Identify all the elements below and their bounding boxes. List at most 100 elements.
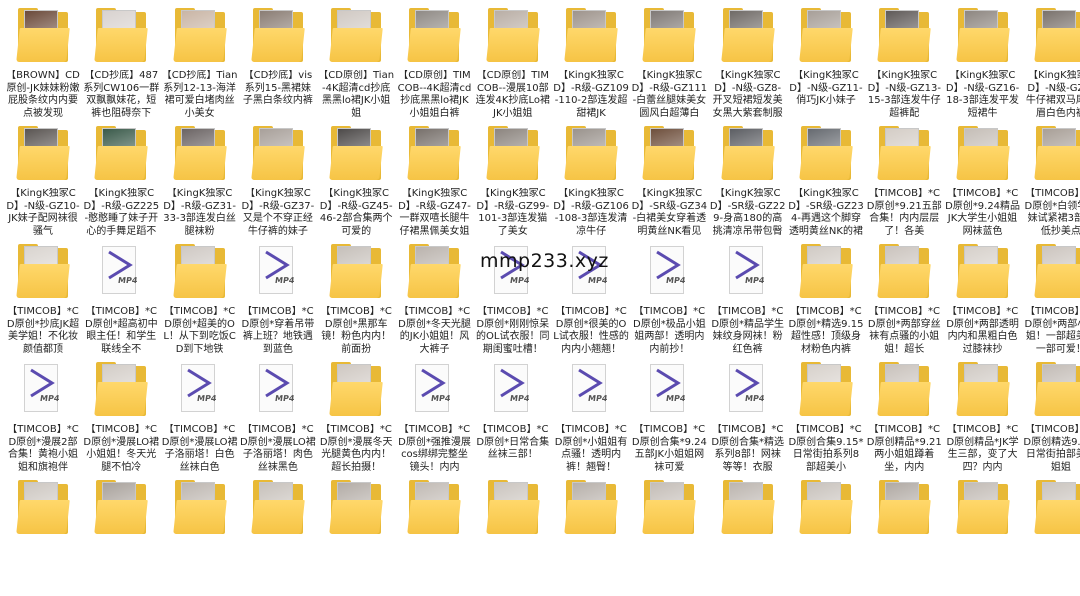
folder-item[interactable]	[865, 478, 943, 596]
folder-item[interactable]: 【KingK独家CD】-SR级-GZ34-白裙美女穿着透明黄丝NK看见	[630, 124, 708, 242]
item-label: 【TIMCOB】*CD原创*冬天光腿的JK小姐姐！风大裤子	[398, 306, 471, 355]
folder-item[interactable]: 【TIMCOB】*CD原创*两部小姐姐！一部超美！一部可爱！	[1022, 242, 1080, 360]
folder-item[interactable]: 【KingK独家CD】-SR级-GZ229-身高180的高挑清凉吊带包臀	[709, 124, 787, 242]
folder-item[interactable]: 【CD原创】Tian-4K超清cd抄底黑黑lo裙JK小姐姐	[317, 6, 395, 124]
folder-item[interactable]: 【KingK独家CD】-N级-GZ11-俏巧JK小妹子	[787, 6, 865, 124]
folder-item[interactable]: 【KingK独家CD】-R级-GZ47-一群双嘻长腿牛仔裙黑佩美女姐	[395, 124, 473, 242]
mp4-file-item[interactable]: MP4 【TIMCOB】*CD原创*超高初中眼主任！和学生联线全不	[82, 242, 160, 360]
folder-item[interactable]: 【TIMCOB】*CD原创*两部透明内内和黑粗白色过膝袜抄	[944, 242, 1022, 360]
folder-item[interactable]	[82, 478, 160, 596]
folder-item[interactable]	[787, 478, 865, 596]
mp4-badge: MP4	[39, 394, 61, 403]
folder-item[interactable]: 【BROWN】CD原创-JK妹妹粉嫩屁股条纹内内要点被发现	[4, 6, 82, 124]
folder-item[interactable]	[4, 478, 82, 596]
mp4-badge: MP4	[430, 394, 452, 403]
folder-icon	[797, 478, 855, 540]
mp4-badge: MP4	[744, 394, 765, 403]
mp4-badge: MP4	[509, 394, 530, 403]
item-label: 【KingK独家CD】-R级-GZ99-101-3部连发猫了美女	[476, 188, 550, 237]
folder-item[interactable]: 【CD原创】TIMCOB--漫展10部连发4K抄底Lo裙JK小姐姐	[474, 6, 552, 124]
mp4-file-item[interactable]: MP4 【TIMCOB】*CD原创*漫展LO裙子洛丽塔！肉色丝袜黑色	[239, 360, 317, 478]
folder-item[interactable]	[317, 478, 395, 596]
folder-item[interactable]	[630, 478, 708, 596]
mp4-file-item[interactable]: MP4 【TIMCOB】*CD原创*极品小姐姐两部！透明内内前抄！	[630, 242, 708, 360]
folder-item[interactable]: 【TIMCOB】*CD原创精品*JK学生三部，变了大四？内内	[944, 360, 1022, 478]
folder-item[interactable]: 【KingK独家CD】-N级-GZ8-开叉短裙短发美女黑大紫套制服	[709, 6, 787, 124]
folder-item[interactable]: 【KingK独家CD】-N级-GZ16-18-3部连发平发短裙牛	[944, 6, 1022, 124]
folder-item[interactable]	[552, 478, 630, 596]
folder-item[interactable]: 【KingK独家CD】-R级-GZ45-46-2部合集两个可爱的	[317, 124, 395, 242]
folder-item[interactable]: 【KingK独家CD】-R级-GZ109-110-2部连发超甜裙JK	[552, 6, 630, 124]
mp4-file-item[interactable]: MP4 【TIMCOB】*CD原创*漫展2部合集！黄袍小姐姐和旗袍伴	[4, 360, 82, 478]
item-label: 【TIMCOB】*CD原创*很美的OL试衣服！性感的内内小翘翘！	[553, 306, 629, 355]
folder-item[interactable]	[474, 478, 552, 596]
mp4-file-item[interactable]: MP4 【TIMCOB】*CD原创*小姐姐有点骚！透明内裤！翘臀！	[552, 360, 630, 478]
item-label: 【TIMCOB】*CD原创*白领学生妹试紧裙3部！低抄美点	[1024, 188, 1080, 237]
item-label: 【TIMCOB】*CD原创精选9.15*日常街拍部美小姐姐	[1023, 424, 1080, 473]
folder-item[interactable]: 【KingK独家CD】-R级-GZ37-又是个不穿正经牛仔裤的妹子	[239, 124, 317, 242]
folder-icon	[954, 478, 1012, 540]
item-label: 【TIMCOB】*CD原创*精品学生妹纹身网袜！粉红色裤	[711, 306, 785, 355]
mp4-file-icon: MP4	[92, 242, 150, 304]
mp4-file-item[interactable]: MP4 【TIMCOB】*CD原创合集*精选系列8部！网袜等等！衣服	[709, 360, 787, 478]
folder-item[interactable]: 【TIMCOB】*CD原创*超美的OL！从下到吃饭CD到下地铁	[161, 242, 239, 360]
folder-item[interactable]: 【KingK独家CD】-SR级-GZ234-再遇这个脚穿透明黄丝NK的裙	[787, 124, 865, 242]
folder-icon	[954, 360, 1012, 422]
folder-item[interactable]: 【TIMCOB】*CD原创*精选9.15超性感！顶级身材粉色内裤	[787, 242, 865, 360]
mp4-file-icon: MP4	[484, 360, 542, 422]
folder-item[interactable]: 【KingK独家CD】-N级-GZ13-15-3部连发牛仔超裤配	[865, 6, 943, 124]
folder-item[interactable]: 【KingK独家CD】-N级-GZ10-JK妹子配网袜很骚气	[4, 124, 82, 242]
mp4-file-item[interactable]: MP4 【TIMCOB】*CD原创*精品学生妹纹身网袜！粉红色裤	[709, 242, 787, 360]
folder-item[interactable]	[944, 478, 1022, 596]
folder-item[interactable]: 【TIMCOB】*CD原创*抄底JK超美学姐！不化妆颜值都顶	[4, 242, 82, 360]
folder-item[interactable]: 【TIMCOB】*CD原创*黑那车镜！粉色内内！前面扮	[317, 242, 395, 360]
item-label: 【TIMCOB】*CD原创*精选9.15超性感！顶级身材粉色内裤	[788, 306, 864, 355]
folder-item[interactable]	[709, 478, 787, 596]
item-label: 【TIMCOB】*CD原创*漫展LO裙子洛丽塔！白色丝袜白色	[161, 424, 238, 473]
folder-item[interactable]: 【KingK独家CD】-N级-GZ2-牛仔裙双马尾美眉白色内裤	[1022, 6, 1080, 124]
folder-item[interactable]: 【CD抄底】487系列CW106一群双飘飘妹花，短裤也阻碍奈下	[82, 6, 160, 124]
folder-item[interactable]: 【CD抄底】Tian系列12-13-海洋裙可爱白堵肉丝小美女	[161, 6, 239, 124]
folder-item[interactable]: 【CD原创】TIMCOB--4K超清cd抄底黑黑lo裙JK小姐姐白裤	[395, 6, 473, 124]
folder-item[interactable]	[1022, 478, 1080, 596]
folder-item[interactable]: 【CD抄底】vis系列15-黑裙妹子黑白条纹内裤	[239, 6, 317, 124]
folder-item[interactable]: 【TIMCOB】*CD原创*白领学生妹试紧裙3部！低抄美点	[1022, 124, 1080, 242]
folder-item[interactable]	[239, 478, 317, 596]
item-label: 【TIMCOB】*CD原创*穿着吊带裤上班？地铁遇到蓝色	[241, 306, 315, 355]
item-label: 【TIMCOB】*CD原创合集*精选系列8部！网袜等等！衣服	[711, 424, 785, 473]
mp4-file-item[interactable]: MP4 【TIMCOB】*CD原创*日常合集丝袜三部！	[474, 360, 552, 478]
mp4-file-item[interactable]: MP4 【TIMCOB】*CD原创合集*9.24五部JK小姐姐网袜可爱	[630, 360, 708, 478]
mp4-file-icon: MP4	[719, 360, 777, 422]
folder-item[interactable]: 【KingK独家CD】-R级-GZ106-108-3部连发清凉牛仔	[552, 124, 630, 242]
folder-item[interactable]: 【TIMCOB】*CD原创*两部穿丝袜有点骚的小姐姐！超长	[865, 242, 943, 360]
folder-item[interactable]: 【TIMCOB】*CD原创*漫展LO裙小姐姐！冬天光腿不怕冷	[82, 360, 160, 478]
mp4-file-icon: MP4	[640, 360, 698, 422]
folder-icon	[405, 6, 463, 68]
folder-icon	[640, 478, 698, 540]
item-label: 【CD抄底】487系列CW106一群双飘飘妹花，短裤也阻碍奈下	[83, 70, 160, 119]
folder-item[interactable]: 【TIMCOB】*CD原创精品*9.21两小姐姐蹲着坐，内内	[865, 360, 943, 478]
item-label: 【KingK独家CD】-N级-GZ2-牛仔裙双马尾美眉白色内裤	[1025, 70, 1080, 119]
mp4-file-item[interactable]: MP4 【TIMCOB】*CD原创*强推漫展cos绑绑完整坐镜头！内内	[395, 360, 473, 478]
folder-item[interactable]: 【KingK独家CD】-R级-GZ111-白蕾丝腿妹美女圆风白超薄白	[630, 6, 708, 124]
folder-item[interactable]: 【TIMCOB】*CD原创合集9.15*日常街拍系列8部超美小	[787, 360, 865, 478]
folder-item[interactable]	[395, 478, 473, 596]
mp4-file-item[interactable]: MP4 【TIMCOB】*CD原创*漫展LO裙子洛丽塔！白色丝袜白色	[161, 360, 239, 478]
folder-icon	[14, 478, 72, 540]
folder-item[interactable]: 【KingK独家CD】-R级-GZ99-101-3部连发猫了美女	[474, 124, 552, 242]
folder-icon	[249, 478, 307, 540]
folder-item[interactable]: 【TIMCOB】*CD原创*9.21五部合集！内内层层了！各美	[865, 124, 943, 242]
item-label: 【TIMCOB】*CD原创合集*9.24五部JK小姐姐网袜可爱	[631, 424, 707, 473]
folder-item[interactable]	[161, 478, 239, 596]
item-label: 【TIMCOB】*CD原创*9.24精品JK大学生小姐姐网袜蓝色	[945, 188, 1021, 237]
folder-item[interactable]: 【TIMCOB】*CD原创*漫展冬天光腿黄色内内！超长拍摄！	[317, 360, 395, 478]
folder-item[interactable]: 【TIMCOB】*CD原创*9.24精品JK大学生小姐姐网袜蓝色	[944, 124, 1022, 242]
folder-item[interactable]: 【KingK独家CD】-R级-GZ31-33-3部连发白丝腿袜粉	[161, 124, 239, 242]
folder-item[interactable]: 【KingK独家CD】-R级-GZ225-憨憨睡了妹子开心的手舞足蹈不	[82, 124, 160, 242]
item-label: 【TIMCOB】*CD原创*漫展LO裙小姐姐！冬天光腿不怕冷	[83, 424, 160, 473]
item-label: 【TIMCOB】*CD原创*小姐姐有点骚！透明内裤！翘臀！	[554, 424, 628, 473]
mp4-badge: MP4	[665, 276, 687, 285]
folder-item[interactable]: 【TIMCOB】*CD原创精选9.15*日常街拍部美小姐姐	[1022, 360, 1080, 478]
folder-item[interactable]: 【TIMCOB】*CD原创*冬天光腿的JK小姐姐！风大裤子	[395, 242, 473, 360]
mp4-file-item[interactable]: MP4 【TIMCOB】*CD原创*穿着吊带裤上班？地铁遇到蓝色	[239, 242, 317, 360]
